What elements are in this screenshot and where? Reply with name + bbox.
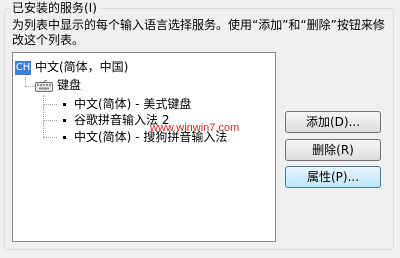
properties-button[interactable]: 属性(P)...	[285, 166, 381, 188]
tree-connector	[25, 77, 26, 86]
bullet-icon	[63, 136, 66, 139]
remove-button[interactable]: 删除(R)	[285, 139, 381, 161]
group-description: 为列表中显示的每个输入语言选择服务。使用“添加”和“删除”按钮来修改这个列表。	[12, 18, 385, 47]
services-tree[interactable]: CH 中文(简体，中国) 键盘 中文(简体) - 美式键盘 谷歌拼音输入法 2 中…	[12, 52, 276, 242]
group-title: 已安装的服务(I)	[10, 0, 99, 16]
tree-connector	[25, 86, 35, 87]
tree-connector	[43, 104, 57, 105]
keyboard-category-label: 键盘	[57, 78, 82, 92]
tree-item-service[interactable]: 中文(简体) - 美式键盘	[63, 96, 191, 112]
keyboard-icon	[35, 79, 53, 92]
tree-connector	[43, 95, 44, 137]
language-badge-icon: CH	[15, 60, 31, 75]
tree-node-language[interactable]: CH 中文(简体，中国)	[15, 59, 128, 75]
tree-node-keyboard[interactable]: 键盘	[35, 77, 81, 93]
watermark-text: www.winwin7.com	[150, 122, 240, 134]
service-label: 中文(简体) - 美式键盘	[74, 97, 192, 111]
tree-connector	[43, 137, 57, 138]
bullet-icon	[63, 119, 66, 122]
bullet-icon	[63, 103, 66, 106]
tree-connector	[43, 120, 57, 121]
language-label: 中文(简体，中国)	[35, 60, 129, 74]
add-button[interactable]: 添加(D)...	[285, 111, 381, 133]
